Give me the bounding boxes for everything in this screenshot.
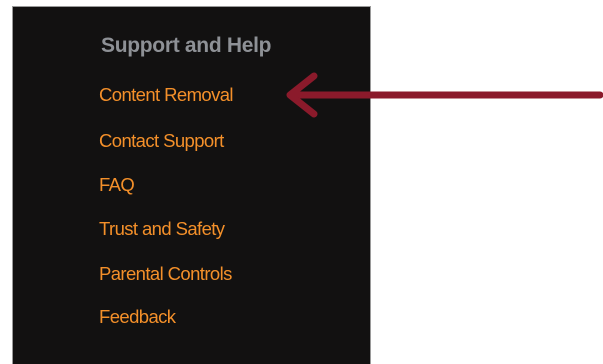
- contact-support-link[interactable]: Contact Support: [99, 130, 224, 152]
- content-removal-link[interactable]: Content Removal: [99, 84, 234, 106]
- arrow-left-icon: [286, 72, 603, 118]
- parental-controls-link[interactable]: Parental Controls: [99, 263, 232, 285]
- trust-and-safety-link[interactable]: Trust and Safety: [99, 218, 225, 240]
- faq-link[interactable]: FAQ: [99, 174, 135, 196]
- feedback-link[interactable]: Feedback: [99, 306, 176, 328]
- support-help-panel: Support and Help Content Removal Contact…: [12, 6, 371, 364]
- panel-heading: Support and Help: [101, 34, 272, 57]
